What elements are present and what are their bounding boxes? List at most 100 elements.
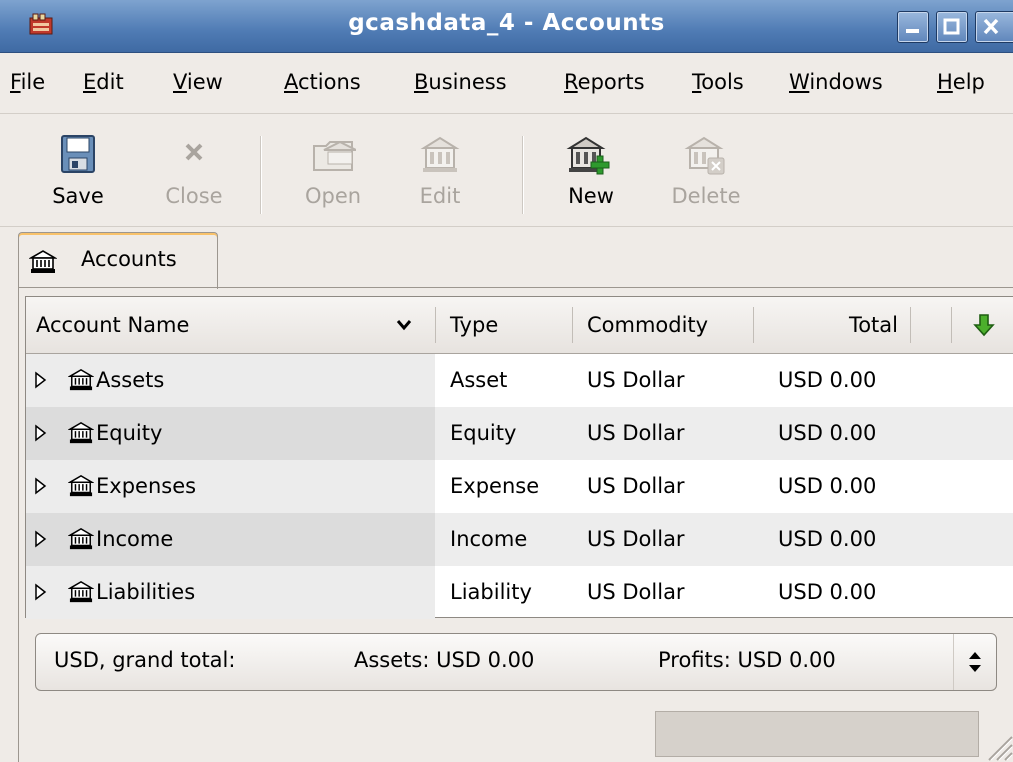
table-row[interactable]: Income Income US Dollar USD 0.00: [26, 513, 1013, 566]
table-row[interactable]: Equity Equity US Dollar USD 0.00: [26, 407, 1013, 460]
account-name: Equity: [96, 421, 163, 445]
table-row[interactable]: Liabilities Liability US Dollar USD 0.00: [26, 566, 1013, 619]
account-total: USD 0.00: [778, 527, 877, 551]
toolbar: Save Close Open Edit New Delete: [0, 114, 1013, 227]
status-bar: [0, 706, 1013, 761]
bank-icon: [68, 580, 94, 603]
account-name: Income: [96, 527, 174, 551]
title-bar[interactable]: gcashdata_4 - Accounts: [0, 0, 1013, 53]
summary-currency-label: USD, grand total:: [54, 648, 236, 672]
summary-profits: Profits: USD 0.00: [658, 648, 836, 672]
chevron-down-icon[interactable]: [396, 319, 412, 331]
menu-actions[interactable]: Actions: [284, 70, 361, 94]
menu-file[interactable]: File: [10, 70, 45, 94]
expander-arrow-icon[interactable]: [34, 583, 48, 601]
account-commodity: US Dollar: [587, 580, 685, 604]
account-commodity: US Dollar: [587, 368, 685, 392]
bank-icon: [68, 421, 94, 444]
accounts-tree[interactable]: Account Name Type Commodity Total Assets…: [25, 296, 1013, 619]
account-type: Liability: [450, 580, 532, 604]
bank-icon: [29, 250, 57, 273]
account-total: USD 0.00: [778, 580, 877, 604]
close-window-button[interactable]: [975, 11, 1013, 43]
accounts-tree-header: Account Name Type Commodity Total: [26, 297, 1013, 354]
account-name: Liabilities: [96, 580, 196, 604]
progress-field: [655, 711, 979, 757]
close-icon: [983, 18, 999, 35]
account-name: Expenses: [96, 474, 197, 498]
column-header-type[interactable]: Type: [450, 297, 498, 353]
delete-label: Delete: [671, 184, 741, 208]
menu-windows[interactable]: Windows: [789, 70, 883, 94]
table-row[interactable]: Assets Asset US Dollar USD 0.00: [26, 354, 1013, 407]
expander-arrow-icon[interactable]: [34, 371, 48, 389]
delete-account-icon: [684, 136, 725, 175]
bank-icon: [68, 368, 94, 391]
new-account-icon: [566, 136, 610, 175]
expander-arrow-icon[interactable]: [34, 424, 48, 442]
column-separator: [753, 307, 754, 343]
account-commodity: US Dollar: [587, 474, 685, 498]
table-row[interactable]: Expenses Expense US Dollar USD 0.00: [26, 460, 1013, 513]
tab-accounts[interactable]: Accounts: [18, 232, 218, 289]
maximize-button[interactable]: [936, 11, 968, 43]
toolbar-separator: [260, 136, 262, 214]
maximize-icon: [943, 18, 960, 35]
expander-arrow-icon[interactable]: [34, 477, 48, 495]
bank-icon: [68, 527, 94, 550]
column-separator: [572, 307, 573, 343]
summary-currency-selector[interactable]: [953, 634, 996, 690]
tab-accounts-label: Accounts: [81, 247, 177, 271]
close-label: Close: [165, 184, 223, 208]
minimize-icon: [906, 29, 919, 33]
account-commodity: US Dollar: [587, 527, 685, 551]
account-name: Assets: [96, 368, 165, 392]
account-type: Income: [450, 527, 528, 551]
edit-label: Edit: [419, 184, 461, 208]
window-title: gcashdata_4 - Accounts: [348, 10, 665, 36]
edit-account-icon: [420, 136, 460, 172]
arrow-down-icon[interactable]: [973, 313, 995, 337]
up-down-arrows-icon: [969, 652, 981, 672]
expander-arrow-icon[interactable]: [34, 530, 48, 548]
resize-grip-icon[interactable]: [979, 727, 1013, 761]
account-total: USD 0.00: [778, 368, 877, 392]
menu-edit[interactable]: Edit: [83, 70, 124, 94]
menu-file-label: ile: [20, 70, 46, 94]
close-icon: [185, 143, 203, 161]
toolbar-separator: [522, 136, 524, 214]
bank-icon: [68, 474, 94, 497]
menu-view[interactable]: View: [173, 70, 223, 94]
menu-bar: File Edit View Actions Business Reports …: [0, 53, 1013, 114]
edit-account-button[interactable]: Edit: [404, 114, 476, 226]
account-type: Expense: [450, 474, 540, 498]
account-commodity: US Dollar: [587, 421, 685, 445]
column-separator: [910, 307, 911, 343]
column-header-account-name[interactable]: Account Name: [36, 297, 189, 353]
open-label: Open: [304, 184, 362, 208]
close-page-button[interactable]: Close: [152, 114, 236, 226]
summary-bar[interactable]: USD, grand total: Assets: USD 0.00 Profi…: [35, 633, 997, 691]
account-type: Asset: [450, 368, 508, 392]
new-account-button[interactable]: New: [552, 114, 630, 226]
column-separator: [435, 307, 436, 343]
column-header-commodity[interactable]: Commodity: [587, 297, 708, 353]
new-label: New: [568, 184, 614, 208]
open-account-button[interactable]: Open: [288, 114, 378, 226]
summary-assets: Assets: USD 0.00: [354, 648, 535, 672]
open-account-icon: [313, 140, 356, 171]
account-type: Equity: [450, 421, 517, 445]
menu-tools[interactable]: Tools: [692, 70, 744, 94]
column-separator: [951, 307, 952, 343]
menu-business[interactable]: Business: [414, 70, 507, 94]
save-icon: [61, 135, 95, 173]
save-label: Save: [52, 184, 104, 208]
accounts-page: Account Name Type Commodity Total Assets…: [18, 287, 1013, 762]
account-total: USD 0.00: [778, 421, 877, 445]
menu-reports[interactable]: Reports: [564, 70, 645, 94]
delete-account-button[interactable]: Delete: [656, 114, 756, 226]
save-button[interactable]: Save: [36, 114, 120, 226]
menu-help[interactable]: Help: [937, 70, 985, 94]
column-header-total[interactable]: Total: [766, 297, 898, 353]
minimize-button[interactable]: [897, 11, 929, 43]
